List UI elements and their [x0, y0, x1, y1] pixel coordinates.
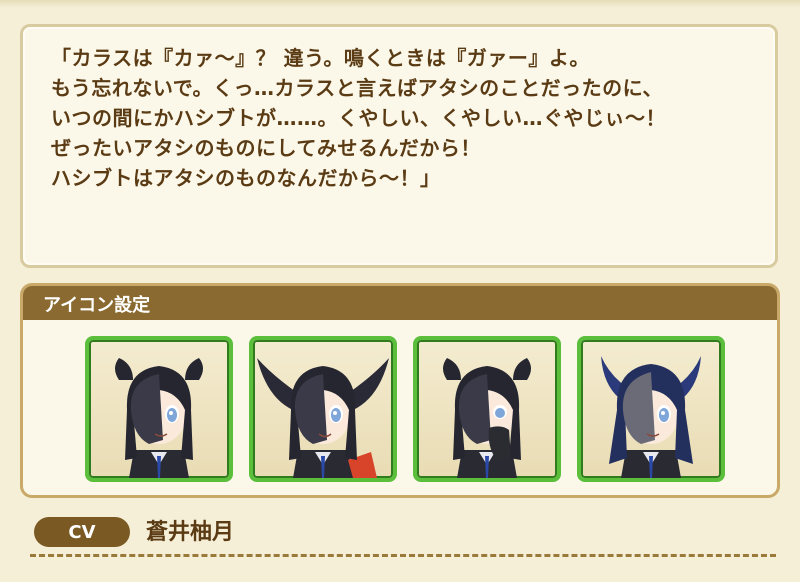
icon-option-3[interactable] — [413, 336, 561, 482]
character-feather-ears-icon — [601, 356, 701, 478]
icon-option-1[interactable] — [85, 336, 233, 482]
icon-settings-panel: アイコン設定 — [20, 283, 780, 498]
character-hand-to-mouth-icon — [443, 358, 531, 478]
icon-option-4[interactable] — [577, 336, 725, 482]
panel-header: アイコン設定 — [23, 286, 777, 320]
dialogue-box: 「カラスは『カァ～』？ 違う。鳴くときは『ガァー』よ。 もう忘れないで。くっ…カ… — [20, 24, 778, 268]
character-normal-icon — [115, 358, 203, 478]
character-wings-spread-icon — [257, 358, 389, 478]
panel-title: アイコン設定 — [43, 295, 151, 316]
top-edge — [0, 0, 800, 8]
cv-label: CV — [68, 522, 96, 543]
icons-row — [85, 336, 725, 482]
dashed-divider — [30, 554, 776, 557]
cv-badge: CV — [34, 517, 130, 547]
profile-frame: 「カラスは『カァ～』？ 違う。鳴くときは『ガァー』よ。 もう忘れないで。くっ…カ… — [0, 0, 800, 582]
cv-section: CV 蒼井柚月 — [20, 508, 780, 564]
voice-actor-name: 蒼井柚月 — [146, 520, 235, 545]
dialogue-text: 「カラスは『カァ～』？ 違う。鳴くときは『ガァー』よ。 もう忘れないで。くっ…カ… — [51, 46, 666, 190]
icon-option-2[interactable] — [249, 336, 397, 482]
